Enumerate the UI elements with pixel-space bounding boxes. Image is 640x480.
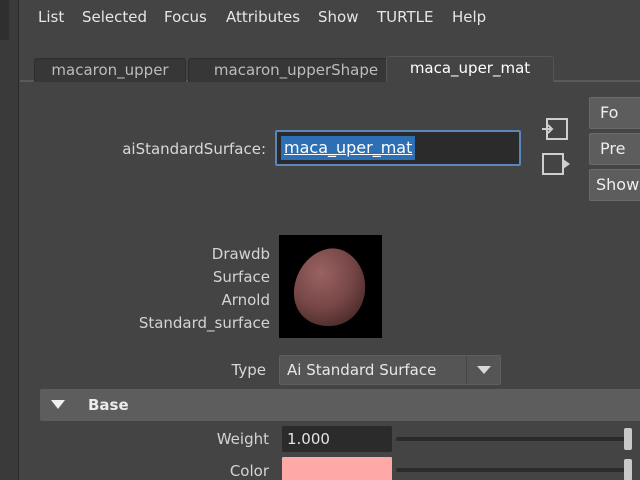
- left-panel-edge: [0, 0, 19, 480]
- type-dropdown[interactable]: Ai Standard Surface: [279, 355, 501, 385]
- presets-button[interactable]: Pre: [589, 133, 640, 165]
- menu-focus[interactable]: Focus: [164, 8, 207, 26]
- show-button[interactable]: Show: [589, 169, 640, 201]
- tab-macaron-upper[interactable]: macaron_upper: [34, 58, 186, 82]
- menu-attributes[interactable]: Attributes: [226, 8, 300, 26]
- menu-show[interactable]: Show: [318, 8, 358, 26]
- menu-bar: List Selected Focus Attributes Show TURT…: [20, 0, 640, 36]
- left-panel-shadow: [0, 0, 9, 40]
- material-sphere: [293, 248, 366, 327]
- color-label: Color: [229, 462, 269, 480]
- base-section-title: Base: [88, 396, 129, 414]
- go-to-input-icon[interactable]: [540, 115, 572, 143]
- weight-slider-handle[interactable]: [624, 428, 632, 450]
- focus-button[interactable]: Fo: [589, 97, 640, 129]
- classification-line: Arnold: [221, 291, 270, 309]
- node-name-selected-text: maca_uper_mat: [281, 136, 416, 160]
- menu-selected[interactable]: Selected: [82, 8, 147, 26]
- color-slider-track[interactable]: [396, 468, 632, 472]
- weight-label: Weight: [216, 430, 269, 448]
- weight-input[interactable]: 1.000: [282, 426, 392, 452]
- classification-line: Drawdb: [211, 245, 270, 263]
- collapse-triangle-icon: [51, 400, 65, 409]
- tab-maca-uper-mat[interactable]: maca_uper_mat: [386, 56, 554, 82]
- preview-classification: Drawdb Surface Arnold Standard_surface: [120, 243, 270, 335]
- base-section-header[interactable]: Base: [40, 389, 640, 421]
- node-tab-bar: macaron_upper macaron_upperShape maca_up…: [20, 56, 640, 82]
- classification-line: Surface: [212, 268, 270, 286]
- menu-list[interactable]: List: [38, 8, 64, 26]
- node-name-input[interactable]: maca_uper_mat: [275, 130, 521, 166]
- color-slider-handle[interactable]: [624, 459, 632, 480]
- type-dropdown-value: Ai Standard Surface: [287, 361, 437, 379]
- weight-slider-track[interactable]: [396, 437, 632, 441]
- menu-help[interactable]: Help: [452, 8, 486, 26]
- menu-turtle[interactable]: TURTLE: [377, 8, 433, 26]
- dropdown-arrow-icon: [466, 356, 500, 384]
- tab-macaron-upper-shape[interactable]: macaron_upperShape: [188, 58, 404, 82]
- base-color-swatch[interactable]: [282, 457, 392, 480]
- type-label: Type: [231, 361, 266, 379]
- node-type-label: aiStandardSurface:: [122, 140, 266, 158]
- classification-line: Standard_surface: [138, 314, 270, 332]
- material-swatch[interactable]: [279, 235, 382, 338]
- go-to-output-icon[interactable]: [540, 150, 572, 178]
